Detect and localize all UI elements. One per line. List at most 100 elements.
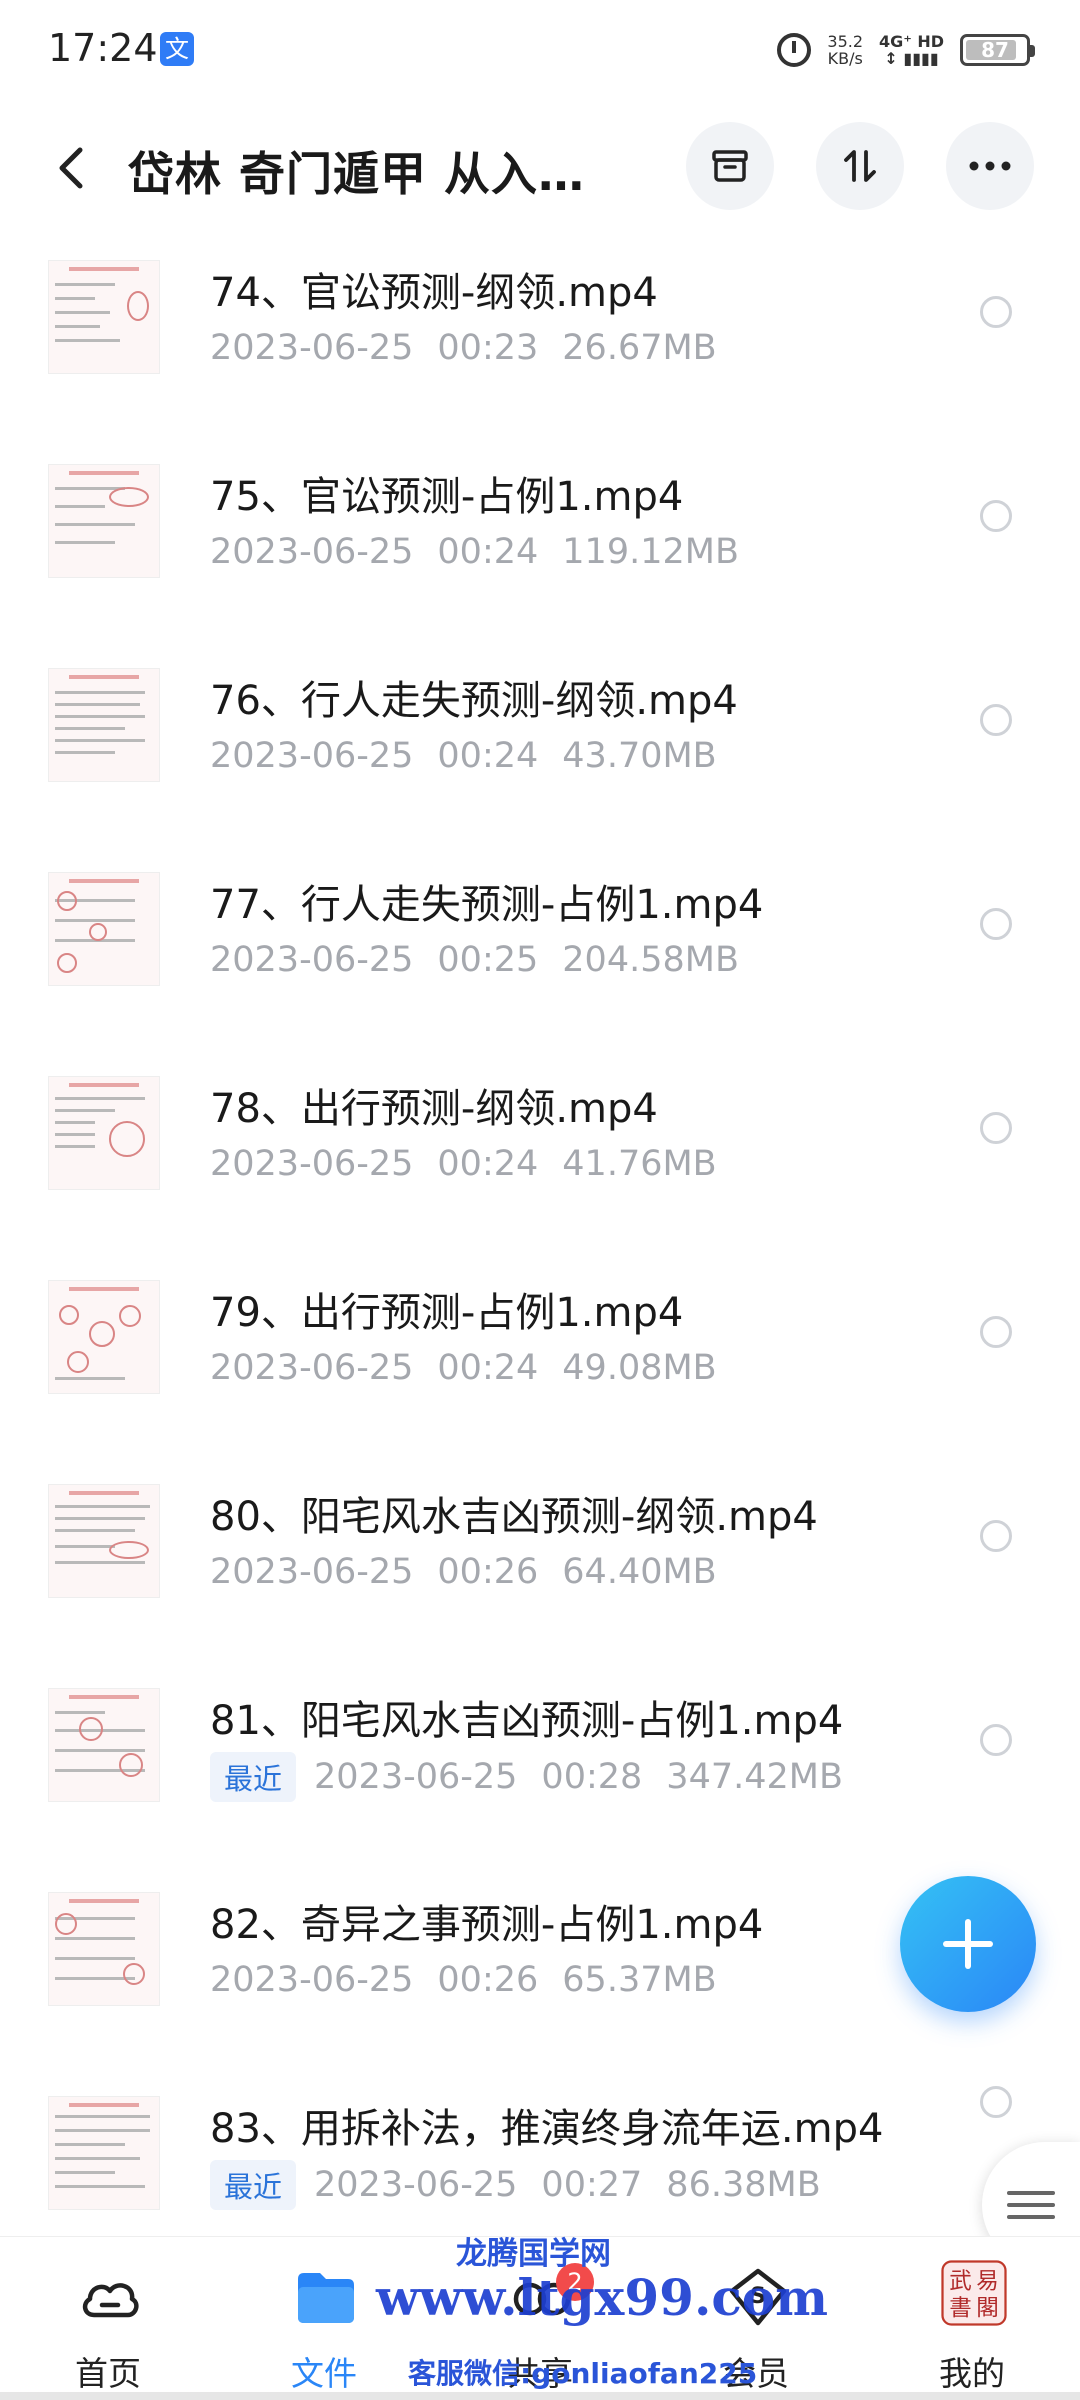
- file-meta: 2023-06-25 00:25 204.58MB: [210, 940, 739, 980]
- list-item[interactable]: 75、官讼预测-占例1.mp4 2023-06-25 00:24 119.12M…: [0, 424, 1080, 628]
- file-meta: 2023-06-25 00:24 49.08MB: [210, 1348, 717, 1388]
- file-time: 00:26: [437, 1960, 539, 2000]
- file-date: 2023-06-25: [210, 1348, 414, 1388]
- file-time: 00:25: [437, 940, 539, 980]
- seal-char: 武: [949, 2269, 972, 2295]
- file-meta: 最近 2023-06-25 00:28 347.42MB: [210, 1752, 843, 1802]
- network-speed-unit: KB/s: [827, 49, 863, 68]
- sort-button[interactable]: [816, 122, 904, 210]
- file-date: 2023-06-25: [314, 1757, 518, 1797]
- status-indicators: 35.2 KB/s 4G⁺ HD ↕ ▮▮▮▮ 87: [777, 28, 1035, 72]
- video-thumbnail: [48, 1280, 160, 1394]
- status-time: 17:24: [48, 26, 158, 70]
- file-size: 86.38MB: [666, 2165, 821, 2205]
- file-name: 82、奇异之事预测-占例1.mp4: [210, 1902, 764, 1948]
- nav-label: 文件: [291, 2354, 357, 2393]
- file-size: 204.58MB: [562, 940, 739, 980]
- signal-bars: ↕ ▮▮▮▮: [884, 49, 939, 68]
- translate-app-icon: 文: [160, 32, 194, 66]
- network-speed: 35.2 KB/s: [827, 33, 863, 67]
- file-meta: 最近 2023-06-25 00:27 86.38MB: [210, 2160, 821, 2210]
- file-time: 00:23: [437, 328, 539, 368]
- file-meta: 2023-06-25 00:26 64.40MB: [210, 1552, 717, 1592]
- file-size: 64.40MB: [562, 1552, 717, 1592]
- chevron-left-icon: [59, 147, 83, 189]
- seal-char: 書: [949, 2296, 972, 2322]
- file-meta: 2023-06-25 00:24 43.70MB: [210, 736, 717, 776]
- video-thumbnail: [48, 464, 160, 578]
- select-checkbox[interactable]: [980, 1724, 1012, 1756]
- nav-profile[interactable]: 武 易 書 閣 我的: [892, 2237, 1052, 2400]
- video-thumbnail: [48, 872, 160, 986]
- more-button[interactable]: [946, 122, 1034, 210]
- back-button[interactable]: [44, 140, 100, 196]
- video-thumbnail: [48, 668, 160, 782]
- status-bar: 17:24 文 35.2 KB/s 4G⁺ HD ↕ ▮▮▮▮ 87: [0, 0, 1080, 100]
- file-date: 2023-06-25: [210, 940, 414, 980]
- file-time: 00:27: [541, 2165, 643, 2205]
- file-time: 00:26: [437, 1552, 539, 1592]
- file-name: 74、官讼预测-纲领.mp4: [210, 270, 658, 316]
- select-checkbox[interactable]: [980, 908, 1012, 940]
- plus-icon: [943, 1919, 993, 1969]
- archive-button[interactable]: [686, 122, 774, 210]
- nav-label: 我的: [939, 2354, 1005, 2393]
- file-size: 119.12MB: [562, 532, 739, 572]
- video-thumbnail: [48, 260, 160, 374]
- list-item[interactable]: 81、阳宅风水吉凶预测-占例1.mp4 最近 2023-06-25 00:28 …: [0, 1648, 1080, 1852]
- recent-badge: 最近: [210, 2160, 297, 2210]
- file-name: 77、行人走失预测-占例1.mp4: [210, 882, 764, 928]
- network-speed-value: 35.2: [827, 32, 864, 51]
- file-time: 00:24: [437, 532, 539, 572]
- battery-level: 87: [981, 38, 1009, 62]
- select-checkbox[interactable]: [980, 1112, 1012, 1144]
- sort-icon: [844, 150, 876, 182]
- seal-char: 易: [976, 2269, 999, 2295]
- signal-type: 4G⁺ HD: [879, 32, 944, 51]
- file-size: 41.76MB: [562, 1144, 717, 1184]
- file-date: 2023-06-25: [210, 1552, 414, 1592]
- select-checkbox[interactable]: [980, 296, 1012, 328]
- nav-label: 首页: [75, 2354, 141, 2393]
- video-thumbnail: [48, 1484, 160, 1598]
- file-date: 2023-06-25: [210, 1144, 414, 1184]
- file-name: 83、用拆补法，推演终身流年运.mp4: [210, 2106, 884, 2152]
- menu-icon: [1007, 2183, 1055, 2227]
- select-checkbox[interactable]: [980, 500, 1012, 532]
- file-meta: 2023-06-25 00:24 41.76MB: [210, 1144, 717, 1184]
- file-meta: 2023-06-25 00:23 26.67MB: [210, 328, 717, 368]
- add-button[interactable]: [900, 1876, 1036, 2012]
- file-name: 75、官讼预测-占例1.mp4: [210, 474, 684, 520]
- more-icon: [969, 161, 1011, 171]
- list-item[interactable]: 76、行人走失预测-纲领.mp4 2023-06-25 00:24 43.70M…: [0, 628, 1080, 832]
- video-thumbnail: [48, 1688, 160, 1802]
- battery-icon: 87: [960, 34, 1035, 66]
- gesture-bar: [0, 2392, 1080, 2400]
- file-size: 26.67MB: [562, 328, 717, 368]
- select-checkbox[interactable]: [980, 1520, 1012, 1552]
- file-meta: 2023-06-25 00:24 119.12MB: [210, 532, 739, 572]
- watermark-contact: 客服微信:gonliaofan225: [408, 2357, 758, 2390]
- cloud-icon: [82, 2283, 139, 2318]
- list-item[interactable]: 79、出行预测-占例1.mp4 2023-06-25 00:24 49.08MB: [0, 1240, 1080, 1444]
- select-checkbox[interactable]: [980, 1316, 1012, 1348]
- video-thumbnail: [48, 1076, 160, 1190]
- list-item[interactable]: 78、出行预测-纲领.mp4 2023-06-25 00:24 41.76MB: [0, 1036, 1080, 1240]
- folder-icon: [298, 2273, 354, 2323]
- list-item[interactable]: 80、阳宅风水吉凶预测-纲领.mp4 2023-06-25 00:26 64.4…: [0, 1444, 1080, 1648]
- list-item[interactable]: 74、官讼预测-纲领.mp4 2023-06-25 00:23 26.67MB: [0, 220, 1080, 424]
- watermark-url: www.ltgx99.com: [376, 2268, 829, 2327]
- file-size: 65.37MB: [562, 1960, 717, 2000]
- file-name: 78、出行预测-纲领.mp4: [210, 1086, 658, 1132]
- select-checkbox[interactable]: [980, 2086, 1012, 2118]
- signal-icon: 4G⁺ HD ↕ ▮▮▮▮: [879, 33, 944, 67]
- archive-icon: [712, 150, 748, 182]
- file-size: 347.42MB: [666, 1757, 843, 1797]
- list-item[interactable]: 77、行人走失预测-占例1.mp4 2023-06-25 00:25 204.5…: [0, 832, 1080, 1036]
- page-title: 岱林 奇门遁甲 从入…: [128, 147, 586, 201]
- file-name: 80、阳宅风水吉凶预测-纲领.mp4: [210, 1494, 818, 1540]
- nav-home[interactable]: 首页: [28, 2237, 188, 2400]
- header: 岱林 奇门遁甲 从入…: [0, 118, 1080, 214]
- file-date: 2023-06-25: [210, 532, 414, 572]
- select-checkbox[interactable]: [980, 704, 1012, 736]
